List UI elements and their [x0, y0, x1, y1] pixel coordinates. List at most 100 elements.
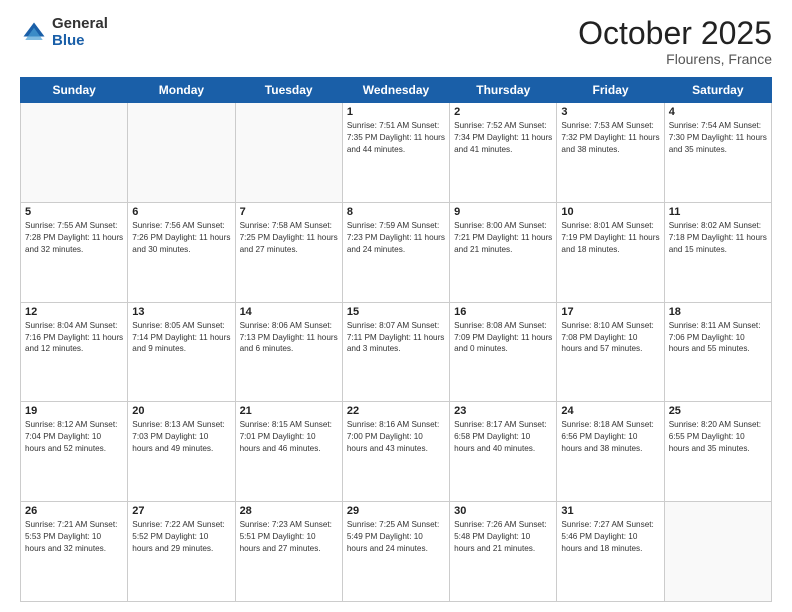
calendar-week-row: 26Sunrise: 7:21 AM Sunset: 5:53 PM Dayli…	[21, 502, 772, 602]
table-row	[21, 103, 128, 203]
table-row	[664, 502, 771, 602]
day-number: 29	[347, 505, 445, 517]
calendar-week-row: 1Sunrise: 7:51 AM Sunset: 7:35 PM Daylig…	[21, 103, 772, 203]
table-row: 15 Sunrise: 8:07 AM Sunset: 7:11 PM Dayli…	[342, 302, 449, 402]
table-row	[235, 103, 342, 203]
day-number: 9	[454, 206, 552, 218]
day-number: 5	[25, 206, 123, 218]
calendar-table: Sunday Monday Tuesday Wednesday Thursday…	[20, 77, 772, 602]
logo-general-text: General	[52, 16, 108, 33]
table-row: 1Sunrise: 7:51 AM Sunset: 7:35 PM Daylig…	[342, 103, 449, 203]
logo-blue-text: Blue	[52, 33, 108, 50]
day-info: Sunrise: 8:16 AM Sunset: 7:00 PM Dayligh…	[347, 419, 445, 455]
calendar-header-row: Sunday Monday Tuesday Wednesday Thursday…	[21, 78, 772, 103]
day-number: 7	[240, 206, 338, 218]
day-info: Sunrise: 7:22 AM Sunset: 5:52 PM Dayligh…	[132, 519, 230, 555]
col-monday: Monday	[128, 78, 235, 103]
calendar-week-row: 5 Sunrise: 7:55 AM Sunset: 7:28 PM Daylig…	[21, 202, 772, 302]
page: General Blue October 2025 Flourens, Fran…	[0, 0, 792, 612]
col-thursday: Thursday	[450, 78, 557, 103]
calendar-week-row: 12Sunrise: 8:04 AM Sunset: 7:16 PM Dayli…	[21, 302, 772, 402]
location-subtitle: Flourens, France	[578, 51, 772, 67]
table-row: 12Sunrise: 8:04 AM Sunset: 7:16 PM Dayli…	[21, 302, 128, 402]
day-number: 28	[240, 505, 338, 517]
table-row: 16 Sunrise: 8:08 AM Sunset: 7:09 PM Dayli…	[450, 302, 557, 402]
day-info: Sunrise: 7:54 AM Sunset: 7:30 PM Dayligh…	[669, 120, 767, 156]
day-number: 22	[347, 405, 445, 417]
day-info: Sunrise: 7:55 AM Sunset: 7:28 PM Dayligh…	[25, 220, 123, 256]
day-info: Sunrise: 8:05 AM Sunset: 7:14 PM Dayligh…	[132, 320, 230, 356]
day-number: 27	[132, 505, 230, 517]
day-info: Sunrise: 8:15 AM Sunset: 7:01 PM Dayligh…	[240, 419, 338, 455]
day-number: 19	[25, 405, 123, 417]
table-row: 26Sunrise: 7:21 AM Sunset: 5:53 PM Dayli…	[21, 502, 128, 602]
day-number: 14	[240, 306, 338, 318]
day-number: 1	[347, 106, 445, 118]
table-row: 22 Sunrise: 8:16 AM Sunset: 7:00 PM Dayli…	[342, 402, 449, 502]
logo-icon	[20, 19, 48, 47]
table-row	[128, 103, 235, 203]
table-row: 18Sunrise: 8:11 AM Sunset: 7:06 PM Dayli…	[664, 302, 771, 402]
day-info: Sunrise: 8:17 AM Sunset: 6:58 PM Dayligh…	[454, 419, 552, 455]
col-friday: Friday	[557, 78, 664, 103]
day-number: 20	[132, 405, 230, 417]
table-row: 20 Sunrise: 8:13 AM Sunset: 7:03 PM Dayli…	[128, 402, 235, 502]
day-info: Sunrise: 8:00 AM Sunset: 7:21 PM Dayligh…	[454, 220, 552, 256]
day-info: Sunrise: 7:53 AM Sunset: 7:32 PM Dayligh…	[561, 120, 659, 156]
day-info: Sunrise: 7:25 AM Sunset: 5:49 PM Dayligh…	[347, 519, 445, 555]
table-row: 24Sunrise: 8:18 AM Sunset: 6:56 PM Dayli…	[557, 402, 664, 502]
day-number: 10	[561, 206, 659, 218]
day-number: 30	[454, 505, 552, 517]
table-row: 21 Sunrise: 8:15 AM Sunset: 7:01 PM Dayli…	[235, 402, 342, 502]
day-info: Sunrise: 7:58 AM Sunset: 7:25 PM Dayligh…	[240, 220, 338, 256]
day-info: Sunrise: 8:08 AM Sunset: 7:09 PM Dayligh…	[454, 320, 552, 356]
day-info: Sunrise: 7:56 AM Sunset: 7:26 PM Dayligh…	[132, 220, 230, 256]
table-row: 17Sunrise: 8:10 AM Sunset: 7:08 PM Dayli…	[557, 302, 664, 402]
day-number: 18	[669, 306, 767, 318]
table-row: 9 Sunrise: 8:00 AM Sunset: 7:21 PM Daylig…	[450, 202, 557, 302]
day-info: Sunrise: 8:12 AM Sunset: 7:04 PM Dayligh…	[25, 419, 123, 455]
day-info: Sunrise: 8:06 AM Sunset: 7:13 PM Dayligh…	[240, 320, 338, 356]
day-info: Sunrise: 8:13 AM Sunset: 7:03 PM Dayligh…	[132, 419, 230, 455]
day-info: Sunrise: 8:10 AM Sunset: 7:08 PM Dayligh…	[561, 320, 659, 356]
day-info: Sunrise: 8:20 AM Sunset: 6:55 PM Dayligh…	[669, 419, 767, 455]
table-row: 19 Sunrise: 8:12 AM Sunset: 7:04 PM Dayli…	[21, 402, 128, 502]
table-row: 30 Sunrise: 7:26 AM Sunset: 5:48 PM Dayli…	[450, 502, 557, 602]
table-row: 14 Sunrise: 8:06 AM Sunset: 7:13 PM Dayli…	[235, 302, 342, 402]
col-wednesday: Wednesday	[342, 78, 449, 103]
table-row: 25 Sunrise: 8:20 AM Sunset: 6:55 PM Dayli…	[664, 402, 771, 502]
table-row: 31Sunrise: 7:27 AM Sunset: 5:46 PM Dayli…	[557, 502, 664, 602]
day-info: Sunrise: 7:26 AM Sunset: 5:48 PM Dayligh…	[454, 519, 552, 555]
table-row: 6 Sunrise: 7:56 AM Sunset: 7:26 PM Daylig…	[128, 202, 235, 302]
table-row: 27 Sunrise: 7:22 AM Sunset: 5:52 PM Dayli…	[128, 502, 235, 602]
day-info: Sunrise: 7:23 AM Sunset: 5:51 PM Dayligh…	[240, 519, 338, 555]
title-block: October 2025 Flourens, France	[578, 16, 772, 67]
month-title: October 2025	[578, 16, 772, 51]
col-tuesday: Tuesday	[235, 78, 342, 103]
day-number: 6	[132, 206, 230, 218]
day-number: 8	[347, 206, 445, 218]
day-info: Sunrise: 7:52 AM Sunset: 7:34 PM Dayligh…	[454, 120, 552, 156]
table-row: 7 Sunrise: 7:58 AM Sunset: 7:25 PM Daylig…	[235, 202, 342, 302]
day-number: 3	[561, 106, 659, 118]
day-number: 2	[454, 106, 552, 118]
day-number: 25	[669, 405, 767, 417]
day-info: Sunrise: 8:18 AM Sunset: 6:56 PM Dayligh…	[561, 419, 659, 455]
day-info: Sunrise: 8:07 AM Sunset: 7:11 PM Dayligh…	[347, 320, 445, 356]
table-row: 28 Sunrise: 7:23 AM Sunset: 5:51 PM Dayli…	[235, 502, 342, 602]
table-row: 13Sunrise: 8:05 AM Sunset: 7:14 PM Dayli…	[128, 302, 235, 402]
table-row: 11Sunrise: 8:02 AM Sunset: 7:18 PM Dayli…	[664, 202, 771, 302]
day-info: Sunrise: 8:02 AM Sunset: 7:18 PM Dayligh…	[669, 220, 767, 256]
header: General Blue October 2025 Flourens, Fran…	[20, 16, 772, 67]
day-number: 15	[347, 306, 445, 318]
table-row: 8 Sunrise: 7:59 AM Sunset: 7:23 PM Daylig…	[342, 202, 449, 302]
calendar-week-row: 19 Sunrise: 8:12 AM Sunset: 7:04 PM Dayli…	[21, 402, 772, 502]
day-number: 31	[561, 505, 659, 517]
day-number: 16	[454, 306, 552, 318]
day-number: 21	[240, 405, 338, 417]
day-number: 26	[25, 505, 123, 517]
table-row: 3 Sunrise: 7:53 AM Sunset: 7:32 PM Daylig…	[557, 103, 664, 203]
day-number: 4	[669, 106, 767, 118]
day-number: 23	[454, 405, 552, 417]
day-info: Sunrise: 7:59 AM Sunset: 7:23 PM Dayligh…	[347, 220, 445, 256]
